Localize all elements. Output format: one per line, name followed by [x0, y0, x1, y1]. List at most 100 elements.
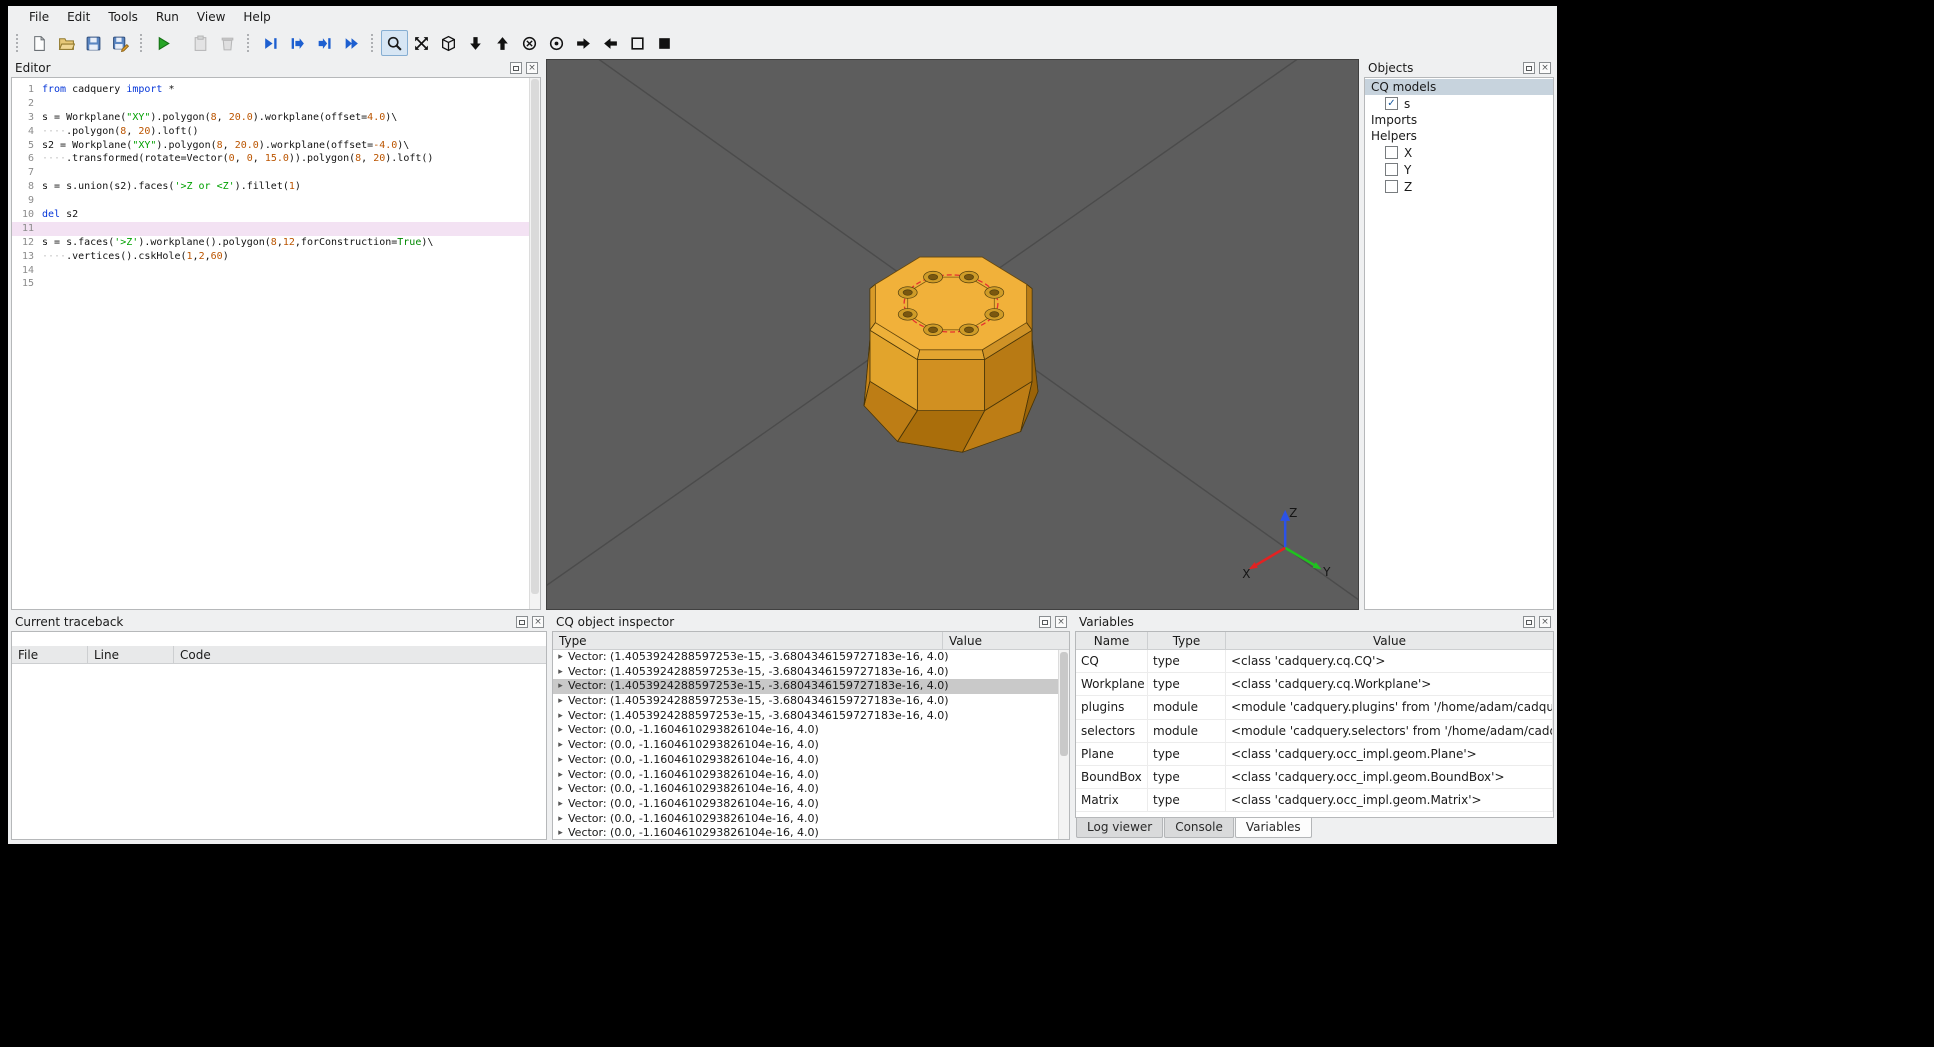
checkbox-y[interactable]	[1385, 163, 1398, 176]
column-header-code[interactable]: Code	[174, 646, 546, 663]
tree-item-z[interactable]: Z	[1365, 178, 1553, 195]
objects-close-button[interactable]: ×	[1539, 62, 1551, 74]
inspector-row[interactable]: ▸ Vector: (1.4053924288597253e-15, -3.680…	[553, 709, 1058, 724]
column-header-line[interactable]: Line	[88, 646, 174, 663]
tree-group-helpers[interactable]: Helpers	[1365, 128, 1553, 144]
inspector-scrollbar[interactable]	[1058, 650, 1069, 839]
menu-run[interactable]: Run	[147, 8, 188, 26]
iso-view-button[interactable]	[435, 30, 462, 56]
expand-arrow-icon[interactable]: ▸	[553, 812, 568, 827]
inspector-row[interactable]: ▸ Vector: (0.0, -1.1604610293826104e-16, …	[553, 753, 1058, 768]
checkbox-s[interactable]: ✓	[1385, 97, 1398, 110]
objects-float-button[interactable]	[1523, 62, 1535, 74]
variables-row[interactable]: Matrix type <class 'cadquery.occ_impl.geom…	[1076, 789, 1553, 813]
variables-row[interactable]: selectors module <module 'cadquery.selecto…	[1076, 719, 1553, 743]
viewport-3d[interactable]: X Y Z	[546, 59, 1359, 610]
continue-button[interactable]	[338, 30, 365, 56]
variables-row[interactable]: Plane type <class 'cadquery.occ_impl.geom.…	[1076, 742, 1553, 766]
bottom-view-button[interactable]	[462, 30, 489, 56]
new-script-button[interactable]	[26, 30, 53, 56]
tab-variables[interactable]: Variables	[1234, 818, 1312, 838]
wireframe-button[interactable]	[624, 30, 651, 56]
step-over-button[interactable]	[284, 30, 311, 56]
column-header-type[interactable]: Type	[553, 632, 943, 649]
expand-arrow-icon[interactable]: ▸	[553, 709, 568, 724]
toolbar-handle[interactable]	[16, 34, 22, 52]
column-header-value[interactable]: Value	[943, 632, 1069, 649]
inspector-row[interactable]: ▸ Vector: (0.0, -1.1604610293826104e-16, …	[553, 768, 1058, 783]
inspector-row[interactable]: ▸ Vector: (1.4053924288597253e-15, -3.680…	[553, 665, 1058, 680]
editor-close-button[interactable]: ×	[526, 62, 538, 74]
code-editor[interactable]: 1 from cadquery import * 2 3 s = Workplane("…	[12, 78, 540, 291]
inspector-row[interactable]: ▸ Vector: (1.4053924288597253e-15, -3.680…	[553, 650, 1058, 665]
tab-log-viewer[interactable]: Log viewer	[1076, 818, 1164, 838]
top-view-button[interactable]	[489, 30, 516, 56]
menu-view[interactable]: View	[188, 8, 234, 26]
expand-arrow-icon[interactable]: ▸	[553, 738, 568, 753]
shaded-button[interactable]	[651, 30, 678, 56]
inspector-row[interactable]: ▸ Vector: (0.0, -1.1604610293826104e-16, …	[553, 826, 1058, 839]
viewport-canvas[interactable]: X Y Z	[547, 60, 1358, 609]
inspector-float-button[interactable]	[1039, 616, 1051, 628]
variables-float-button[interactable]	[1523, 616, 1535, 628]
editor-scrollbar[interactable]	[529, 78, 540, 609]
variables-row[interactable]: plugins module <module 'cadquery.plugins' …	[1076, 696, 1553, 720]
back-view-button[interactable]	[543, 30, 570, 56]
left-view-button[interactable]	[597, 30, 624, 56]
expand-arrow-icon[interactable]: ▸	[553, 723, 568, 738]
variables-close-button[interactable]: ×	[1539, 616, 1551, 628]
run-button[interactable]	[150, 30, 177, 56]
expand-arrow-icon[interactable]: ▸	[553, 826, 568, 839]
save-button[interactable]	[80, 30, 107, 56]
menu-tools[interactable]: Tools	[99, 8, 147, 26]
variables-row[interactable]: CQ type <class 'cadquery.cq.CQ'>	[1076, 650, 1553, 674]
front-view-button[interactable]	[516, 30, 543, 56]
variables-row[interactable]: BoundBox type <class 'cadquery.occ_impl.ge…	[1076, 765, 1553, 790]
step-into-button[interactable]	[311, 30, 338, 56]
expand-arrow-icon[interactable]: ▸	[553, 768, 568, 783]
menu-help[interactable]: Help	[234, 8, 279, 26]
inspector-row[interactable]: ▸ Vector: (0.0, -1.1604610293826104e-16, …	[553, 723, 1058, 738]
tree-item-s[interactable]: ✓ s	[1365, 95, 1553, 112]
menu-file[interactable]: File	[20, 8, 58, 26]
inspector-row[interactable]: ▸ Vector: (0.0, -1.1604610293826104e-16, …	[553, 782, 1058, 797]
tree-group-imports[interactable]: Imports	[1365, 112, 1553, 128]
expand-arrow-icon[interactable]: ▸	[553, 679, 568, 694]
variables-row[interactable]: Workplane type <class 'cadquery.cq.Workpla…	[1076, 673, 1553, 697]
toolbar-handle[interactable]	[247, 34, 253, 52]
tree-group-cq-models[interactable]: CQ models	[1365, 79, 1553, 95]
checkbox-x[interactable]	[1385, 146, 1398, 159]
inspector-scrollbar-thumb[interactable]	[1060, 652, 1068, 756]
expand-arrow-icon[interactable]: ▸	[553, 650, 568, 665]
expand-arrow-icon[interactable]: ▸	[553, 665, 568, 680]
inspector-close-button[interactable]: ×	[1055, 616, 1067, 628]
expand-arrow-icon[interactable]: ▸	[553, 694, 568, 709]
column-header-value[interactable]: Value	[1226, 632, 1553, 649]
checkbox-z[interactable]	[1385, 180, 1398, 193]
tree-item-y[interactable]: Y	[1365, 161, 1553, 178]
traceback-float-button[interactable]	[516, 616, 528, 628]
expand-arrow-icon[interactable]: ▸	[553, 797, 568, 812]
editor-float-button[interactable]	[510, 62, 522, 74]
menu-edit[interactable]: Edit	[58, 8, 99, 26]
editor-scrollbar-thumb[interactable]	[531, 79, 539, 595]
column-header-type[interactable]: Type	[1148, 632, 1226, 649]
tab-console[interactable]: Console	[1164, 818, 1234, 838]
inspector-row[interactable]: ▸ Vector: (0.0, -1.1604610293826104e-16, …	[553, 812, 1058, 827]
fit-all-button[interactable]	[408, 30, 435, 56]
inspector-row[interactable]: ▸ Vector: (0.0, -1.1604610293826104e-16, …	[553, 738, 1058, 753]
column-header-name[interactable]: Name	[1076, 632, 1148, 649]
traceback-close-button[interactable]: ×	[532, 616, 544, 628]
fit-view-button[interactable]	[381, 30, 408, 56]
save-as-button[interactable]	[107, 30, 134, 56]
inspector-row[interactable]: ▸ Vector: (1.4053924288597253e-15, -3.680…	[553, 679, 1058, 695]
open-button[interactable]	[53, 30, 80, 56]
toolbar-handle[interactable]	[140, 34, 146, 52]
right-view-button[interactable]	[570, 30, 597, 56]
expand-arrow-icon[interactable]: ▸	[553, 782, 568, 797]
toolbar-handle[interactable]	[371, 34, 377, 52]
tree-item-x[interactable]: X	[1365, 144, 1553, 161]
paste-button[interactable]	[187, 30, 214, 56]
expand-arrow-icon[interactable]: ▸	[553, 753, 568, 768]
inspector-row[interactable]: ▸ Vector: (0.0, -1.1604610293826104e-16, …	[553, 797, 1058, 812]
